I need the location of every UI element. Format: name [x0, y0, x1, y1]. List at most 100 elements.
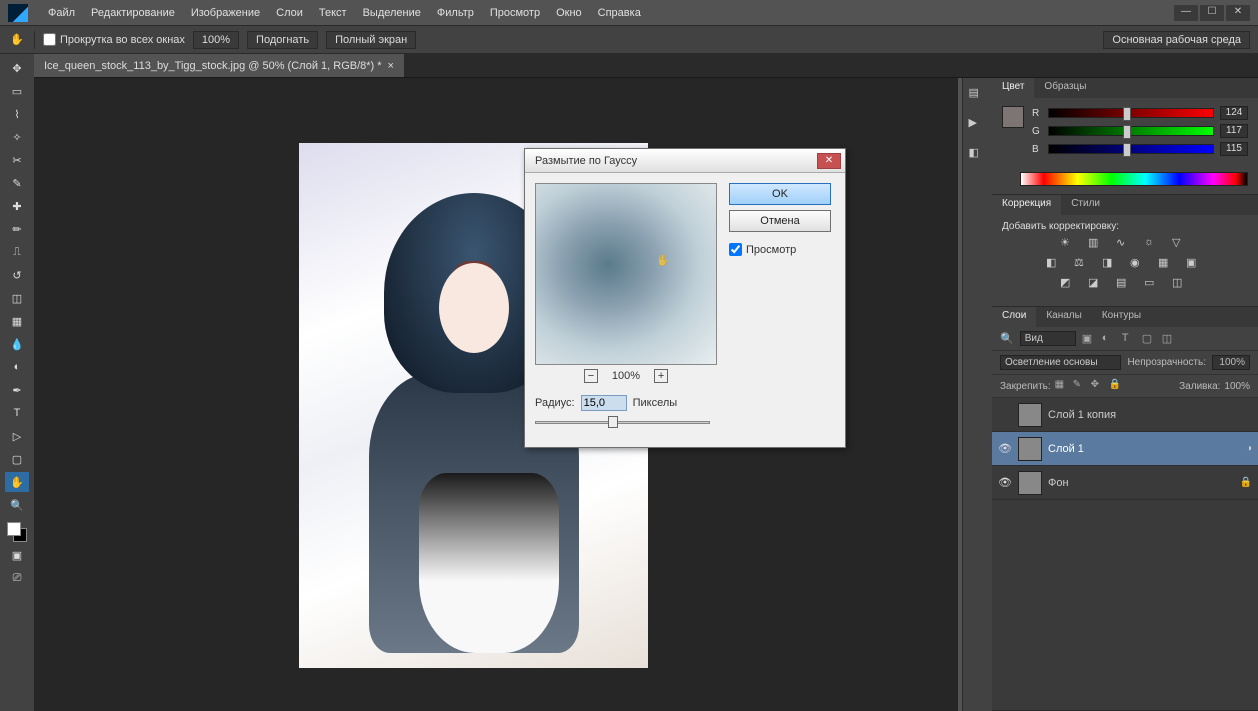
- workspace-select[interactable]: Основная рабочая среда: [1103, 31, 1250, 49]
- tab-adjustments[interactable]: Коррекция: [992, 195, 1061, 215]
- add-adjustment-label: Добавить корректировку:: [1002, 221, 1248, 232]
- exposure-icon[interactable]: ☼: [1144, 236, 1162, 252]
- r-slider[interactable]: [1048, 108, 1214, 118]
- invert-icon[interactable]: ◩: [1060, 276, 1078, 292]
- spectrum-picker[interactable]: [1020, 172, 1248, 186]
- zoom-in-button[interactable]: +: [654, 369, 668, 383]
- layer-name[interactable]: Фон: [1048, 477, 1069, 489]
- filter-type-icon[interactable]: T: [1122, 332, 1136, 346]
- menu-filter[interactable]: Фильтр: [429, 3, 482, 23]
- right-panel-dock: ▤ ▶ ◧ Цвет Образцы R124 G117 B115: [962, 78, 1258, 711]
- mixer-icon[interactable]: ▦: [1158, 256, 1176, 272]
- preview-checkbox[interactable]: Просмотр: [729, 243, 831, 256]
- color-panel: Цвет Образцы R124 G117 B115: [992, 78, 1258, 195]
- dialog-titlebar[interactable]: Размытие по Гауссу ✕: [525, 149, 845, 173]
- slider-thumb[interactable]: [608, 416, 618, 428]
- move-tool[interactable]: ✥: [5, 58, 29, 78]
- hue-icon[interactable]: ◧: [1046, 256, 1064, 272]
- menubar: Файл Редактирование Изображение Слои Тек…: [0, 0, 1258, 26]
- actions-icon[interactable]: ▶: [969, 116, 987, 134]
- fit-button[interactable]: Подогнать: [247, 31, 318, 49]
- document-tab[interactable]: Ice_queen_stock_113_by_Tigg_stock.jpg @ …: [34, 54, 405, 77]
- menu-edit[interactable]: Редактирование: [83, 3, 183, 23]
- zoom-100-button[interactable]: 100%: [193, 31, 239, 49]
- window-min-button[interactable]: —: [1174, 5, 1198, 21]
- b-slider[interactable]: [1048, 144, 1214, 154]
- curves-icon[interactable]: ∿: [1116, 236, 1134, 252]
- tab-channels[interactable]: Каналы: [1036, 307, 1092, 327]
- b-value[interactable]: 115: [1220, 142, 1248, 156]
- threshold-icon[interactable]: ▤: [1116, 276, 1134, 292]
- brightness-icon[interactable]: ☀: [1060, 236, 1078, 252]
- vibrance-icon[interactable]: ▽: [1172, 236, 1190, 252]
- filter-pixel-icon[interactable]: ▣: [1082, 332, 1096, 346]
- menu-text[interactable]: Текст: [311, 3, 355, 23]
- lock-all-icon[interactable]: 🔒: [1109, 379, 1123, 393]
- fullscreen-button[interactable]: Полный экран: [326, 31, 416, 49]
- bw-icon[interactable]: ◨: [1102, 256, 1120, 272]
- tab-layers[interactable]: Слои: [992, 307, 1036, 327]
- layer-name[interactable]: Слой 1: [1048, 443, 1084, 455]
- layer-row[interactable]: 👁 Слой 1 ◑: [992, 432, 1258, 466]
- radius-unit-label: Пикселы: [633, 397, 678, 409]
- levels-icon[interactable]: ▥: [1088, 236, 1106, 252]
- layer-thumbnail[interactable]: [1018, 437, 1042, 461]
- lock-paint-icon[interactable]: ✎: [1073, 379, 1087, 393]
- cancel-button[interactable]: Отмена: [729, 210, 831, 232]
- lock-pixels-icon[interactable]: ▦: [1055, 379, 1069, 393]
- menu-view[interactable]: Просмотр: [482, 3, 548, 23]
- layer-thumbnail[interactable]: [1018, 403, 1042, 427]
- history-icon[interactable]: ▤: [969, 86, 987, 104]
- menu-help[interactable]: Справка: [590, 3, 649, 23]
- lookup-icon[interactable]: ▣: [1186, 256, 1204, 272]
- dialog-close-button[interactable]: ✕: [817, 153, 841, 169]
- opacity-value[interactable]: 100%: [1212, 355, 1250, 370]
- ok-button[interactable]: OK: [729, 183, 831, 205]
- tab-color[interactable]: Цвет: [992, 78, 1034, 98]
- properties-icon[interactable]: ◧: [969, 146, 987, 164]
- tab-styles[interactable]: Стили: [1061, 195, 1110, 215]
- selcolor-icon[interactable]: ◫: [1172, 276, 1190, 292]
- posterize-icon[interactable]: ◪: [1088, 276, 1106, 292]
- layer-thumbnail[interactable]: [1018, 471, 1042, 495]
- lock-pos-icon[interactable]: ✥: [1091, 379, 1105, 393]
- menu-file[interactable]: Файл: [40, 3, 83, 23]
- filter-smart-icon[interactable]: ◫: [1162, 332, 1176, 346]
- filter-shape-icon[interactable]: ▢: [1142, 332, 1156, 346]
- layers-panel: Слои Каналы Контуры 🔍 Вид ▣ ◐ T ▢ ◫ Осве…: [992, 307, 1258, 711]
- gradmap-icon[interactable]: ▭: [1144, 276, 1162, 292]
- tab-paths[interactable]: Контуры: [1092, 307, 1151, 327]
- g-slider[interactable]: [1048, 126, 1214, 136]
- menu-layers[interactable]: Слои: [268, 3, 311, 23]
- radius-slider[interactable]: [535, 415, 710, 429]
- layer-row[interactable]: 👁 Фон 🔒: [992, 466, 1258, 500]
- filter-preview[interactable]: ✋: [535, 183, 717, 365]
- color-preview[interactable]: [1002, 106, 1024, 128]
- tab-swatches[interactable]: Образцы: [1034, 78, 1096, 98]
- eye-icon[interactable]: 👁: [998, 476, 1012, 489]
- layer-row[interactable]: Слой 1 копия: [992, 398, 1258, 432]
- eye-icon[interactable]: 👁: [998, 442, 1012, 455]
- r-label: R: [1032, 108, 1042, 119]
- zoom-out-button[interactable]: −: [584, 369, 598, 383]
- photo-filter-icon[interactable]: ◉: [1130, 256, 1148, 272]
- radius-input[interactable]: [581, 395, 627, 411]
- blend-mode-select[interactable]: Осветление основы: [1000, 355, 1121, 370]
- window-max-button[interactable]: ☐: [1200, 5, 1224, 21]
- filter-adj-icon[interactable]: ◐: [1102, 332, 1116, 346]
- hand-tool-icon[interactable]: ✋: [8, 31, 26, 49]
- menu-image[interactable]: Изображение: [183, 3, 268, 23]
- layer-name[interactable]: Слой 1 копия: [1048, 409, 1116, 421]
- lock-icon: 🔒: [1240, 477, 1252, 488]
- scroll-all-checkbox[interactable]: Прокрутка во всех окнах: [43, 33, 185, 46]
- close-icon[interactable]: ×: [388, 60, 394, 72]
- menu-window[interactable]: Окно: [548, 3, 590, 23]
- g-label: G: [1032, 126, 1042, 137]
- r-value[interactable]: 124: [1220, 106, 1248, 120]
- g-value[interactable]: 117: [1220, 124, 1248, 138]
- layer-filter-kind[interactable]: Вид: [1020, 331, 1076, 346]
- fill-value[interactable]: 100%: [1224, 381, 1250, 392]
- menu-select[interactable]: Выделение: [355, 3, 429, 23]
- window-close-button[interactable]: ✕: [1226, 5, 1250, 21]
- balance-icon[interactable]: ⚖: [1074, 256, 1092, 272]
